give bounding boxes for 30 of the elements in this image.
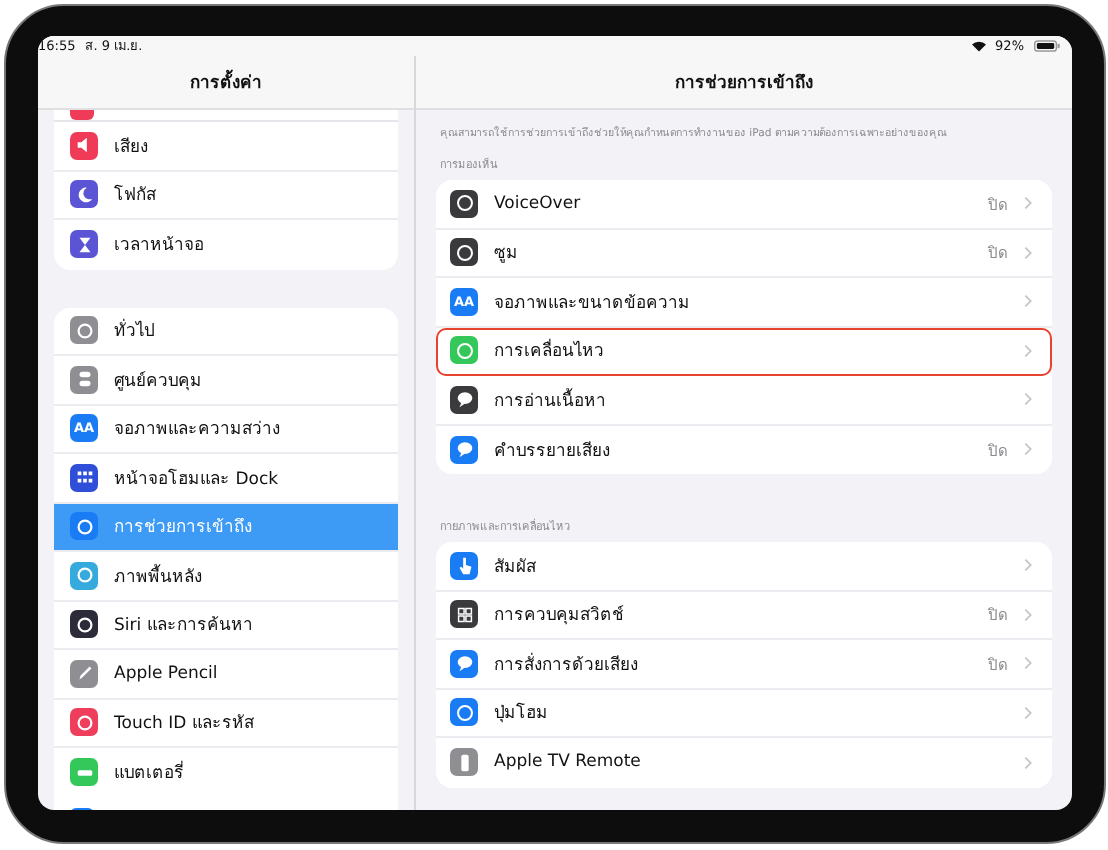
chevron-icon	[1024, 705, 1032, 720]
chevron-icon	[1024, 245, 1032, 260]
sidebar-item[interactable]: Apple Pencil	[54, 650, 398, 699]
wifi-icon	[971, 40, 986, 52]
sidebar-item[interactable]: Siri และการค้นหา	[54, 601, 398, 650]
settings-row[interactable]: Apple TV Remote	[436, 738, 1052, 787]
chevron-icon	[1024, 294, 1032, 309]
chevron-icon	[1024, 656, 1032, 671]
sidebar-item[interactable]: เสียง	[54, 122, 398, 171]
sidebar-title: การตั้งค่า	[190, 68, 262, 96]
chevron-icon	[1024, 442, 1032, 457]
battery-icon	[1034, 40, 1060, 52]
chevron-icon	[1024, 392, 1032, 407]
sidebar-item[interactable]: ภาพพื้นหลัง	[54, 552, 398, 601]
settings-row[interactable]: การอ่านเนื้อหา	[436, 376, 1052, 425]
chevron-icon	[1024, 343, 1032, 358]
sidebar-item[interactable]: เวลาหน้าจอ	[54, 220, 398, 269]
settings-row[interactable]: ปุ่มโฮม	[436, 689, 1052, 738]
sidebar-item[interactable]: ศูนย์ควบคุม	[54, 356, 398, 405]
settings-row[interactable]: สัมผัส	[436, 542, 1052, 591]
chevron-icon	[1024, 755, 1032, 770]
sidebar-item[interactable]: โฟกัส	[54, 171, 398, 220]
sidebar-item[interactable]: ทั่วไป	[54, 307, 398, 356]
settings-row[interactable]: การเคลื่อนไหว	[436, 327, 1052, 376]
chevron-icon	[1024, 196, 1032, 211]
sidebar-item[interactable]: แบตเตอรี่	[54, 748, 398, 797]
sidebar-item[interactable]: Touch ID และรหัส	[54, 699, 398, 748]
page-title: การช่วยการเข้าถึง	[675, 71, 813, 96]
chevron-icon	[1024, 558, 1032, 573]
chevron-icon	[1024, 607, 1032, 622]
